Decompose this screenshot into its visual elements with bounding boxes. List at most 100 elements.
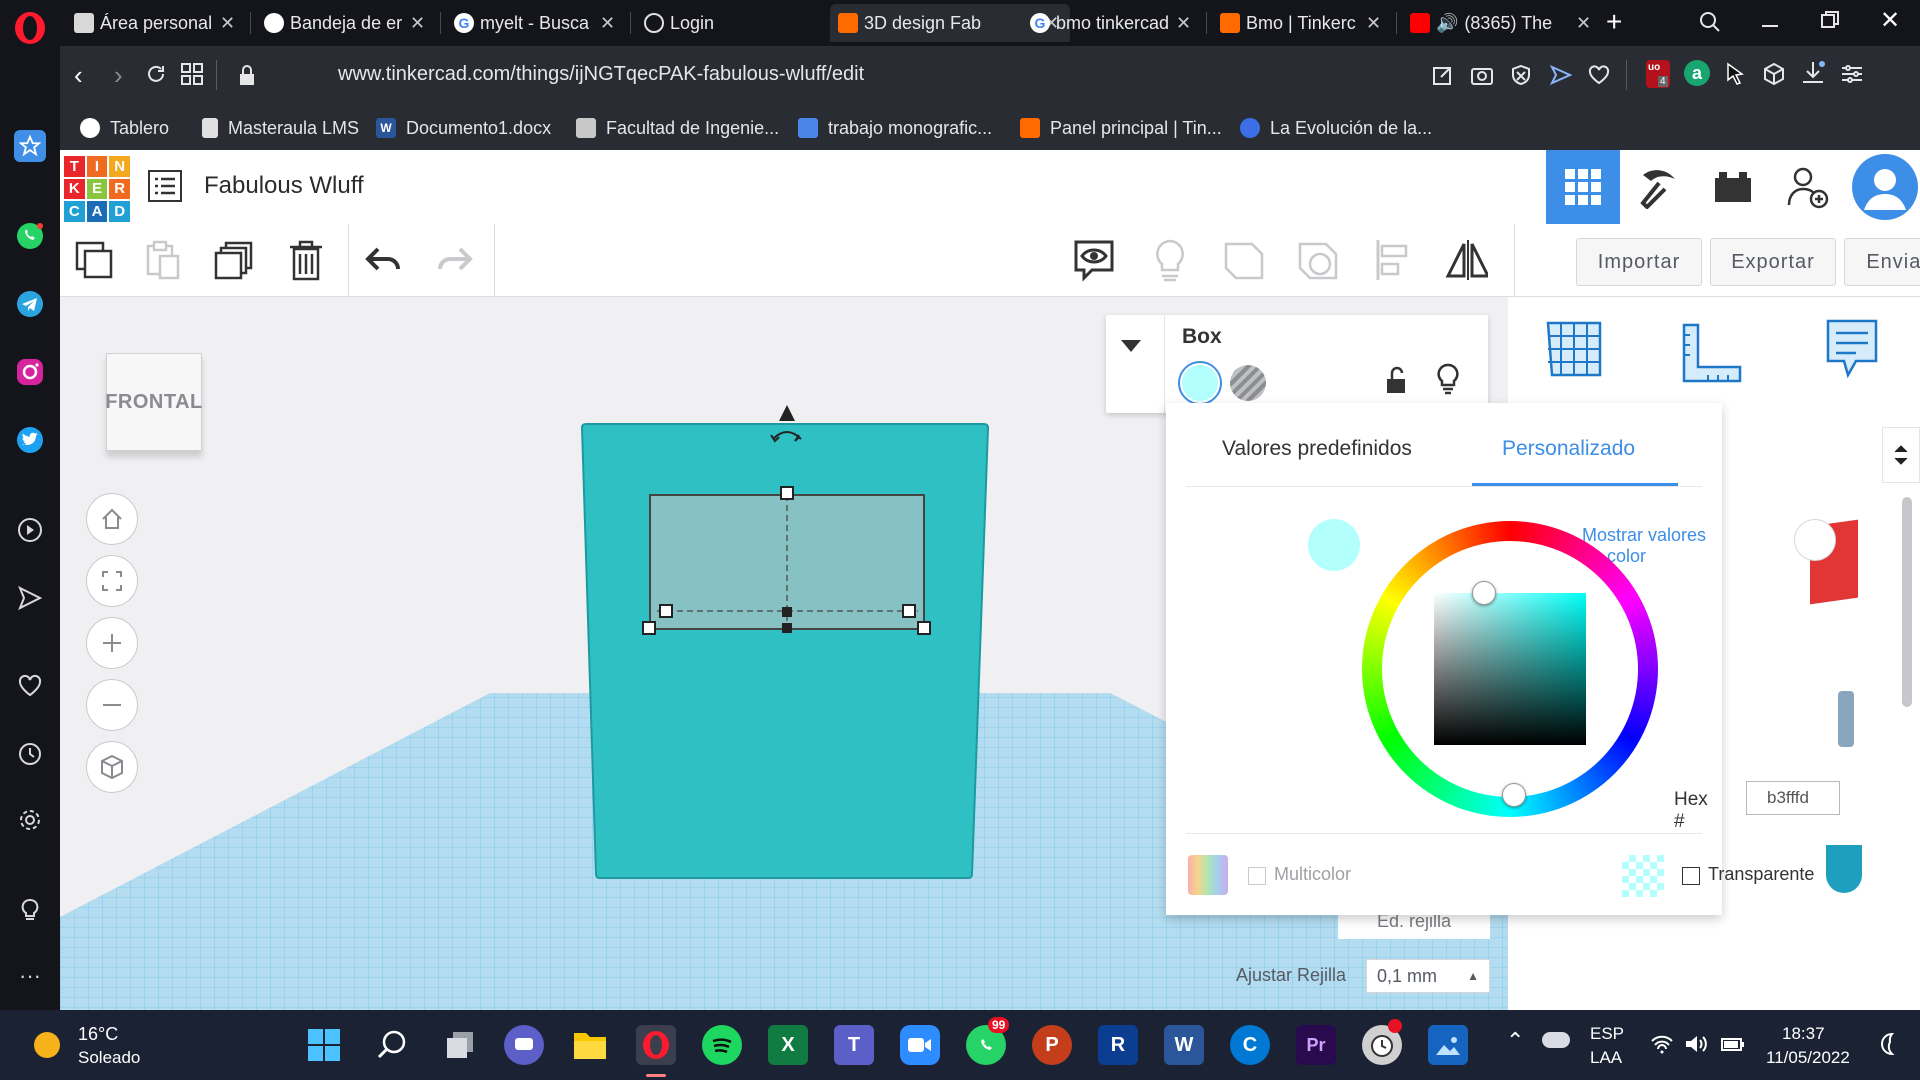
- browser-tab[interactable]: G myelt - Busca ✕: [446, 4, 626, 42]
- home-view-icon[interactable]: [86, 493, 138, 545]
- ublock-origin-icon[interactable]: uo 4: [1646, 60, 1670, 88]
- toggle-values-icon[interactable]: [1794, 519, 1836, 561]
- twitter-icon[interactable]: [14, 424, 46, 456]
- hue-wheel[interactable]: [1362, 521, 1658, 817]
- adblock-icon[interactable]: [1510, 64, 1532, 91]
- restore-window-icon[interactable]: [1820, 10, 1840, 35]
- duplicate-icon[interactable]: [212, 238, 256, 282]
- view-cube[interactable]: FRONTAL: [105, 353, 202, 451]
- send-icon[interactable]: [14, 582, 46, 614]
- tinkercad-logo[interactable]: T I N K E R C A D: [64, 156, 130, 222]
- snap-grid-select[interactable]: 0,1 mm ▲: [1366, 959, 1490, 993]
- weather-description[interactable]: Soleado: [78, 1048, 140, 1068]
- add-user-icon[interactable]: [1770, 150, 1844, 224]
- teams-chat-icon[interactable]: [504, 1025, 544, 1065]
- collapse-inspector-icon[interactable]: [1120, 339, 1142, 358]
- lock-icon[interactable]: [238, 64, 256, 91]
- close-tab-icon[interactable]: ✕: [600, 13, 618, 34]
- shape-thumbnail[interactable]: [1826, 845, 1862, 893]
- copy-icon[interactable]: [72, 238, 116, 282]
- bookmark-item[interactable]: La Evolución de la...: [1240, 114, 1432, 142]
- word-taskbar-icon[interactable]: W: [1164, 1025, 1204, 1065]
- shape-thumbnail[interactable]: [1838, 691, 1854, 747]
- tab-presets[interactable]: Valores predefinidos: [1222, 437, 1412, 461]
- whatsapp-icon[interactable]: [14, 220, 46, 252]
- language-indicator[interactable]: ESP: [1590, 1024, 1624, 1044]
- easy-setup-icon[interactable]: [1840, 62, 1864, 91]
- bookmark-item[interactable]: W Documento1.docx: [376, 114, 551, 142]
- ungroup-shapes-icon[interactable]: [1296, 238, 1340, 282]
- close-tab-icon[interactable]: ✕: [220, 13, 238, 34]
- zoom-out-icon[interactable]: [86, 679, 138, 731]
- hole-swatch-icon[interactable]: [1230, 365, 1266, 401]
- wifi-icon[interactable]: [1650, 1034, 1674, 1059]
- volume-icon[interactable]: [1684, 1034, 1708, 1059]
- browser-tab[interactable]: 🔊 (8365) The ✕: [1402, 4, 1602, 42]
- more-options-icon[interactable]: ···: [14, 960, 46, 992]
- design-list-icon[interactable]: [148, 170, 182, 207]
- hex-input[interactable]: b3fffd: [1746, 781, 1840, 815]
- close-window-icon[interactable]: ✕: [1880, 6, 1900, 35]
- import-button[interactable]: Importar: [1576, 238, 1702, 286]
- bookmark-heart-icon[interactable]: [1588, 64, 1610, 91]
- bookmark-item[interactable]: Facultad de Ingenie...: [576, 114, 779, 142]
- zoom-in-icon[interactable]: [86, 617, 138, 669]
- opera-logo-icon[interactable]: [12, 10, 48, 46]
- history-icon[interactable]: [14, 738, 46, 770]
- group-shapes-icon[interactable]: [1222, 238, 1266, 282]
- opera-taskbar-icon[interactable]: [636, 1025, 676, 1065]
- align-icon[interactable]: [1370, 238, 1414, 282]
- search-tabs-icon[interactable]: [1698, 10, 1722, 39]
- saturation-value-square[interactable]: [1434, 593, 1586, 745]
- battery-icon[interactable]: [1720, 1034, 1746, 1059]
- close-tab-icon[interactable]: ✕: [410, 13, 428, 34]
- bookmark-item[interactable]: trabajo monografic...: [798, 114, 992, 142]
- browser-tab[interactable]: Bandeja de er ✕: [256, 4, 436, 42]
- mirror-icon[interactable]: [1444, 238, 1488, 282]
- close-tab-icon[interactable]: ✕: [1366, 13, 1384, 34]
- photos-icon[interactable]: [1428, 1025, 1468, 1065]
- tab-custom[interactable]: Personalizado: [1502, 437, 1635, 461]
- weather-temperature[interactable]: 16°C: [78, 1024, 118, 1045]
- notes-tool-icon[interactable]: [1824, 317, 1880, 386]
- extension-a-icon[interactable]: a: [1684, 60, 1710, 86]
- premiere-icon[interactable]: Pr: [1296, 1025, 1336, 1065]
- transparent-checkbox[interactable]: [1682, 867, 1700, 885]
- taskbar-search-icon[interactable]: [372, 1025, 412, 1065]
- visibility-lightbulb-icon[interactable]: [1436, 363, 1460, 400]
- trash-icon[interactable]: [284, 238, 328, 282]
- design-title[interactable]: Fabulous Wluff: [204, 172, 364, 200]
- bookmark-item[interactable]: Panel principal | Tin...: [1020, 114, 1222, 142]
- telegram-icon[interactable]: [14, 288, 46, 320]
- close-tab-icon[interactable]: ✕: [1576, 13, 1594, 34]
- clock-date[interactable]: 11/05/2022: [1766, 1048, 1850, 1068]
- show-hidden-icons[interactable]: ⌃: [1506, 1028, 1524, 1054]
- ruler-tool-icon[interactable]: [1678, 321, 1744, 390]
- flow-send-icon[interactable]: [1549, 64, 1573, 91]
- sv-picker-handle[interactable]: [1472, 581, 1496, 605]
- tab-grid-icon[interactable]: [180, 62, 204, 91]
- notes-eye-icon[interactable]: [1072, 238, 1116, 282]
- close-tab-icon[interactable]: ✕: [1176, 13, 1194, 34]
- excel-icon[interactable]: X: [768, 1025, 808, 1065]
- zoom-icon[interactable]: [900, 1025, 940, 1065]
- downloads-icon[interactable]: [1800, 60, 1826, 93]
- forward-icon[interactable]: ›: [114, 60, 123, 91]
- solid-color-swatch[interactable]: [1178, 361, 1222, 405]
- speed-dial-icon[interactable]: [14, 130, 46, 162]
- paste-icon[interactable]: [140, 238, 184, 282]
- show-all-lightbulb-icon[interactable]: [1148, 238, 1192, 282]
- user-avatar[interactable]: [1850, 150, 1920, 224]
- notifications-moon-icon[interactable]: [1876, 1032, 1900, 1061]
- revit-icon[interactable]: R: [1098, 1025, 1138, 1065]
- export-button[interactable]: Exportar: [1710, 238, 1836, 286]
- redo-icon[interactable]: [432, 238, 476, 282]
- heart-icon[interactable]: [14, 670, 46, 702]
- powerpoint-icon[interactable]: P: [1032, 1025, 1072, 1065]
- perspective-cube-icon[interactable]: [86, 741, 138, 793]
- file-explorer-icon[interactable]: [570, 1025, 610, 1065]
- settings-gear-icon[interactable]: [14, 804, 46, 836]
- windows-start-icon[interactable]: [304, 1025, 344, 1065]
- lightbulb-icon[interactable]: [14, 894, 46, 926]
- multicolor-swatch-icon[interactable]: [1188, 855, 1228, 895]
